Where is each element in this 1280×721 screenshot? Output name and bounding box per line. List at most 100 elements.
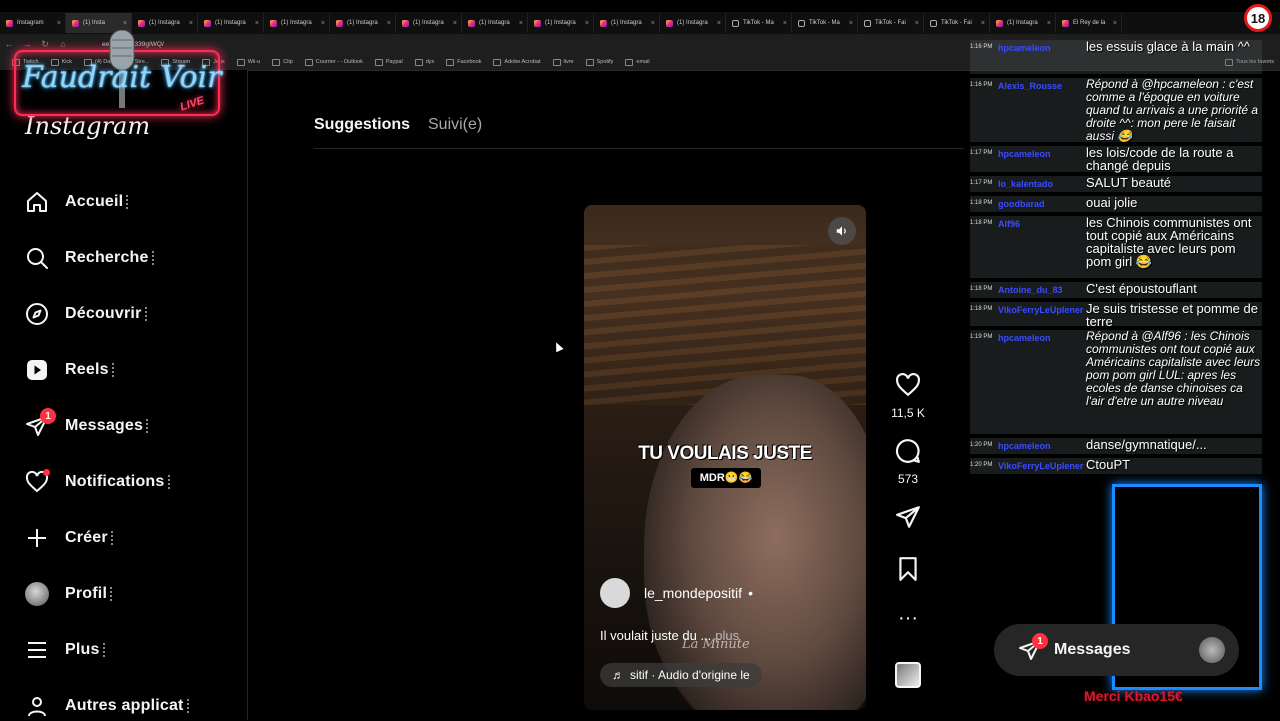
speaker-icon <box>836 226 846 236</box>
sidebar-item-more[interactable]: Plus <box>24 635 108 665</box>
sidebar-item-search[interactable]: Recherche <box>24 243 157 273</box>
bookmark-item[interactable]: livre <box>553 59 574 66</box>
close-tab-icon[interactable]: × <box>981 20 985 27</box>
comment-button[interactable]: 573 <box>888 438 928 486</box>
browser-tab[interactable]: El Rey de la × <box>1056 13 1122 33</box>
more-options-button[interactable]: ··· <box>888 608 928 628</box>
chat-timestamp: 1:20 PM <box>970 462 993 468</box>
close-tab-icon[interactable]: × <box>717 20 721 27</box>
browser-tab-title: (1) Instagra <box>1007 20 1038 26</box>
sidebar-item-home[interactable]: Accueil <box>24 187 131 217</box>
sidebar-item-notifications[interactable]: Notifications <box>24 467 173 497</box>
close-tab-icon[interactable]: × <box>321 20 325 27</box>
save-button[interactable] <box>888 556 928 587</box>
sidebar-item-create[interactable]: Créer <box>24 523 116 553</box>
tiktok-icon <box>732 19 739 27</box>
sidebar-item-profile[interactable]: Profil <box>24 579 115 609</box>
browser-tab-title: (1) Insta <box>83 20 106 26</box>
messages-panel-button[interactable]: 1 Messages <box>994 624 1239 676</box>
music-note-icon: ♬ <box>612 668 624 682</box>
sidebar-item-label: Reels <box>65 361 117 379</box>
browser-tab[interactable]: (1) Instagra × <box>660 13 726 33</box>
close-tab-icon[interactable]: × <box>783 20 787 27</box>
home-browser-icon[interactable]: ⌂ <box>54 39 72 49</box>
sidebar-item-reels[interactable]: Reels <box>24 355 117 385</box>
close-tab-icon[interactable]: × <box>849 20 853 27</box>
browser-tab[interactable]: (1) Instagra × <box>264 13 330 33</box>
bookmark-item[interactable]: Clip <box>272 59 292 66</box>
author-avatar[interactable] <box>600 578 630 608</box>
browser-tab-title: (1) Instagra <box>677 20 708 26</box>
browser-tab-title: TikTok - Fai <box>875 20 906 26</box>
chat-username: hpcameleon <box>998 43 1051 53</box>
browser-tab-title: (1) Instagra <box>281 20 312 26</box>
share-button[interactable] <box>888 504 928 535</box>
reload-icon[interactable]: ↻ <box>36 39 54 50</box>
bookmark-item[interactable]: Wii-u <box>237 59 261 66</box>
close-tab-icon[interactable]: × <box>123 20 127 27</box>
chat-timestamp: 1:18 PM <box>970 220 993 226</box>
sidebar-item-explore[interactable]: Découvrir <box>24 299 150 329</box>
forward-icon[interactable]: → <box>18 39 36 49</box>
chat-username: Alexis_Rousse <box>998 81 1063 91</box>
close-tab-icon[interactable]: × <box>1047 20 1051 27</box>
bookmark-item[interactable]: Adobe Acrobat <box>493 59 540 66</box>
bookmark-item[interactable]: Courrier - - Outlook <box>305 59 363 66</box>
sidebar-item-other-apps[interactable]: Autres applicat <box>24 691 192 721</box>
chat-username: hpcameleon <box>998 441 1051 451</box>
stream-overlay-title: Faudrait Voir <box>22 60 222 95</box>
tiktok-icon <box>798 19 805 27</box>
browser-tab[interactable]: (1) Instagra × <box>198 13 264 33</box>
bookmark-item[interactable]: Spotify <box>586 59 614 66</box>
chat-text: SALUT beauté <box>1086 175 1172 190</box>
bookmark-item[interactable]: email <box>625 59 649 66</box>
browser-tab[interactable]: TikTok - Ma × <box>726 13 792 33</box>
chat-username: hpcameleon <box>998 333 1051 343</box>
audio-thumbnail[interactable] <box>895 662 921 688</box>
bookmark-item[interactable]: dys <box>415 59 435 66</box>
bookmark-item[interactable]: Paypal <box>375 59 403 66</box>
reel-video[interactable]: TU VOULAIS JUSTE MDR😬😂 le_mondepositif •… <box>584 205 866 710</box>
browser-tab[interactable]: (1) Instagra × <box>330 13 396 33</box>
close-tab-icon[interactable]: × <box>57 20 61 27</box>
chat-message: 1:17 PM lo_kalentado SALUT beauté <box>970 176 1262 192</box>
back-icon[interactable]: ← <box>0 39 18 49</box>
close-tab-icon[interactable]: × <box>189 20 193 27</box>
browser-tab[interactable]: (1) Instagra × <box>396 13 462 33</box>
browser-tab[interactable]: TikTok - Ma × <box>792 13 858 33</box>
close-tab-icon[interactable]: × <box>519 20 523 27</box>
tab-following[interactable]: Suivi(e) <box>428 116 482 134</box>
close-tab-icon[interactable]: × <box>651 20 655 27</box>
chat-message: 1:20 PM hpcameleon danse/gymnatique/... <box>970 438 1262 454</box>
author-username[interactable]: le_mondepositif <box>644 585 742 601</box>
like-button[interactable]: 11,5 K <box>888 372 928 420</box>
sound-toggle-button[interactable] <box>828 217 856 245</box>
browser-tab[interactable]: TikTok - Fai × <box>924 13 990 33</box>
chat-text: CtouPT <box>1086 457 1131 472</box>
close-tab-icon[interactable]: × <box>453 20 457 27</box>
browser-tab[interactable]: (1) Instagra × <box>990 13 1056 33</box>
close-tab-icon[interactable]: × <box>915 20 919 27</box>
video-subject <box>644 375 866 710</box>
tab-suggestions[interactable]: Suggestions <box>314 116 410 134</box>
close-tab-icon[interactable]: × <box>255 20 259 27</box>
heart-icon <box>24 469 50 495</box>
avatar <box>1199 637 1225 663</box>
sidebar-item-messages[interactable]: 1 Messages <box>24 408 151 441</box>
instagram-logo[interactable]: Instagram <box>25 112 150 140</box>
close-tab-icon[interactable]: × <box>585 20 589 27</box>
audio-link[interactable]: ♬ sitif · Audio d'origine le <box>600 663 762 687</box>
ellipsis-icon: ··· <box>898 607 918 629</box>
reel-author[interactable]: le_mondepositif • <box>600 578 753 608</box>
browser-tab[interactable]: (1) Instagra × <box>462 13 528 33</box>
browser-tab[interactable]: TikTok - Fai × <box>858 13 924 33</box>
browser-tab[interactable]: Instagram × <box>0 13 66 33</box>
browser-tab[interactable]: (1) Instagra × <box>594 13 660 33</box>
instagram-icon <box>1062 19 1069 27</box>
browser-tab[interactable]: (1) Instagra × <box>528 13 594 33</box>
search-icon <box>24 245 50 271</box>
bookmark-item[interactable]: Facebook <box>446 59 481 66</box>
close-tab-icon[interactable]: × <box>1113 20 1117 27</box>
close-tab-icon[interactable]: × <box>387 20 391 27</box>
sidebar-item-label: Messages <box>65 417 151 435</box>
